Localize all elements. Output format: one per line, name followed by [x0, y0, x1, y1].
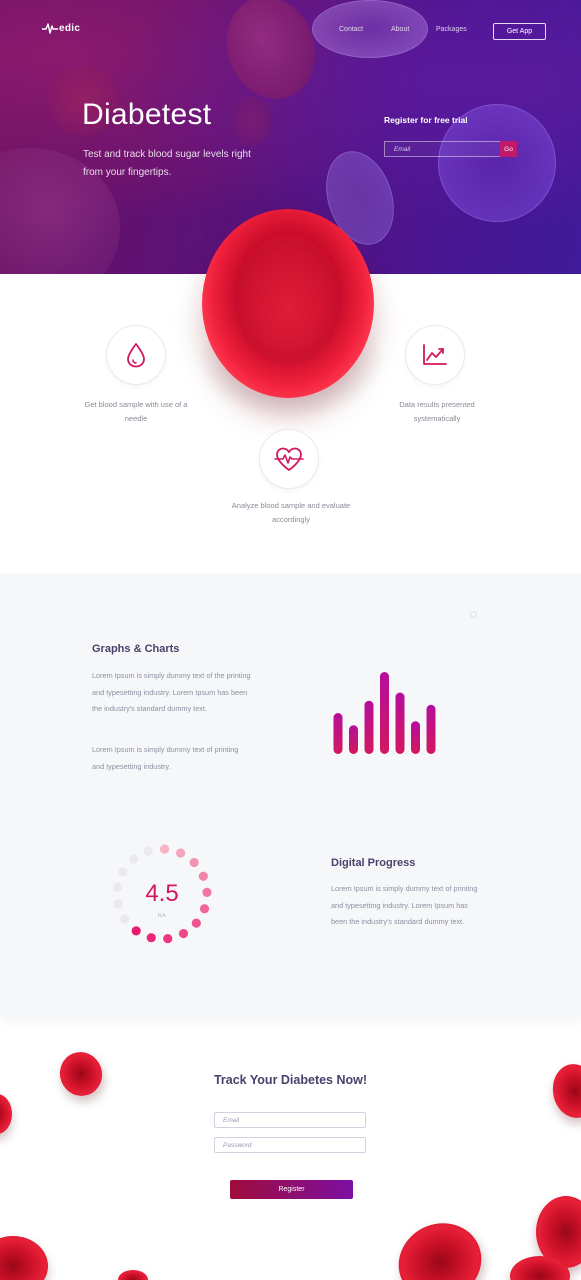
pulse-logo-icon — [42, 23, 58, 34]
feature-text: Data results presented systematically — [399, 400, 475, 423]
progress-dot — [202, 887, 212, 897]
logo-text: edic — [59, 22, 81, 34]
blood-cell-decoration — [0, 1236, 48, 1280]
progress-dot — [113, 899, 123, 909]
blood-drop-icon — [127, 343, 145, 368]
graphs-section — [0, 573, 581, 1018]
feature-text: Get blood sample with use of a needle — [84, 400, 188, 423]
progress-title: Digital Progress — [331, 857, 416, 869]
progress-dot — [178, 928, 189, 939]
hero-title: Diabetest — [82, 98, 212, 131]
progress-dot — [143, 846, 153, 856]
bar — [426, 704, 436, 754]
bar — [349, 725, 358, 754]
hero-subtitle: Test and track blood sugar levels right … — [83, 149, 251, 178]
progress-dot — [131, 926, 141, 936]
hero-email-input[interactable]: Email — [384, 141, 500, 157]
progress-unit: NA — [157, 913, 167, 919]
blood-cell-decoration — [0, 1094, 12, 1134]
nav-contact[interactable]: Contact — [339, 26, 363, 33]
graphs-title: Graphs & Charts — [92, 643, 180, 655]
feature-text: Analyze blood sample and evaluate accord… — [231, 501, 351, 524]
track-title: Track Your Diabetes Now! — [213, 1073, 368, 1087]
bar — [364, 700, 374, 754]
progress-dot — [112, 882, 123, 892]
progress-dot — [163, 934, 173, 944]
email-field[interactable]: Email — [214, 1112, 366, 1128]
register-button[interactable]: Register — [230, 1180, 353, 1199]
blood-cell-decoration — [548, 1060, 581, 1122]
progress-dot — [120, 914, 130, 924]
blood-cell-decoration — [212, 0, 330, 112]
progress-dot — [198, 871, 208, 881]
blood-cell-decoration — [118, 1270, 148, 1280]
progress-dot — [176, 848, 186, 858]
graphs-paragraph: Lorem Ipsum is simply dummy text of the … — [92, 671, 251, 713]
go-button[interactable]: Go — [500, 141, 517, 157]
progress-dot — [118, 867, 128, 877]
progress-dot — [199, 904, 210, 914]
blood-cell-decoration — [385, 1209, 495, 1280]
register-trial-label: Register for free trial — [384, 115, 468, 125]
blood-cell-center — [236, 240, 340, 364]
line-chart-icon — [423, 344, 447, 365]
progress-dot — [189, 857, 199, 868]
blood-cell-decoration — [312, 0, 428, 58]
progress-dot — [146, 933, 156, 943]
nav-packages[interactable]: Packages — [436, 26, 467, 33]
bar-chart — [333, 672, 436, 754]
blood-cell-decoration — [53, 1046, 109, 1102]
heart-pulse-icon — [274, 447, 304, 471]
password-field[interactable]: Password — [214, 1137, 366, 1153]
logo[interactable]: edic — [42, 22, 80, 34]
progress-paragraph: Lorem Ipsum is simply dummy text of prin… — [331, 884, 478, 926]
progress-dot — [159, 844, 170, 854]
progress-value: 4.5 — [145, 880, 179, 907]
bar — [411, 721, 420, 754]
nav-about[interactable]: About — [391, 26, 409, 33]
bar — [395, 692, 405, 754]
feature-blood-sample — [106, 325, 166, 385]
get-app-button[interactable]: Get App — [493, 23, 546, 40]
ring-decoration — [470, 611, 477, 618]
feature-analyze — [259, 429, 319, 489]
bar — [333, 713, 343, 754]
progress-dot — [129, 854, 139, 864]
progress-dot — [191, 918, 201, 928]
feature-data-results — [405, 325, 465, 385]
blood-cell-decoration — [232, 96, 272, 146]
graphs-paragraph: Lorem Ipsum is simply dummy text of prin… — [92, 745, 239, 771]
bar — [380, 672, 389, 754]
